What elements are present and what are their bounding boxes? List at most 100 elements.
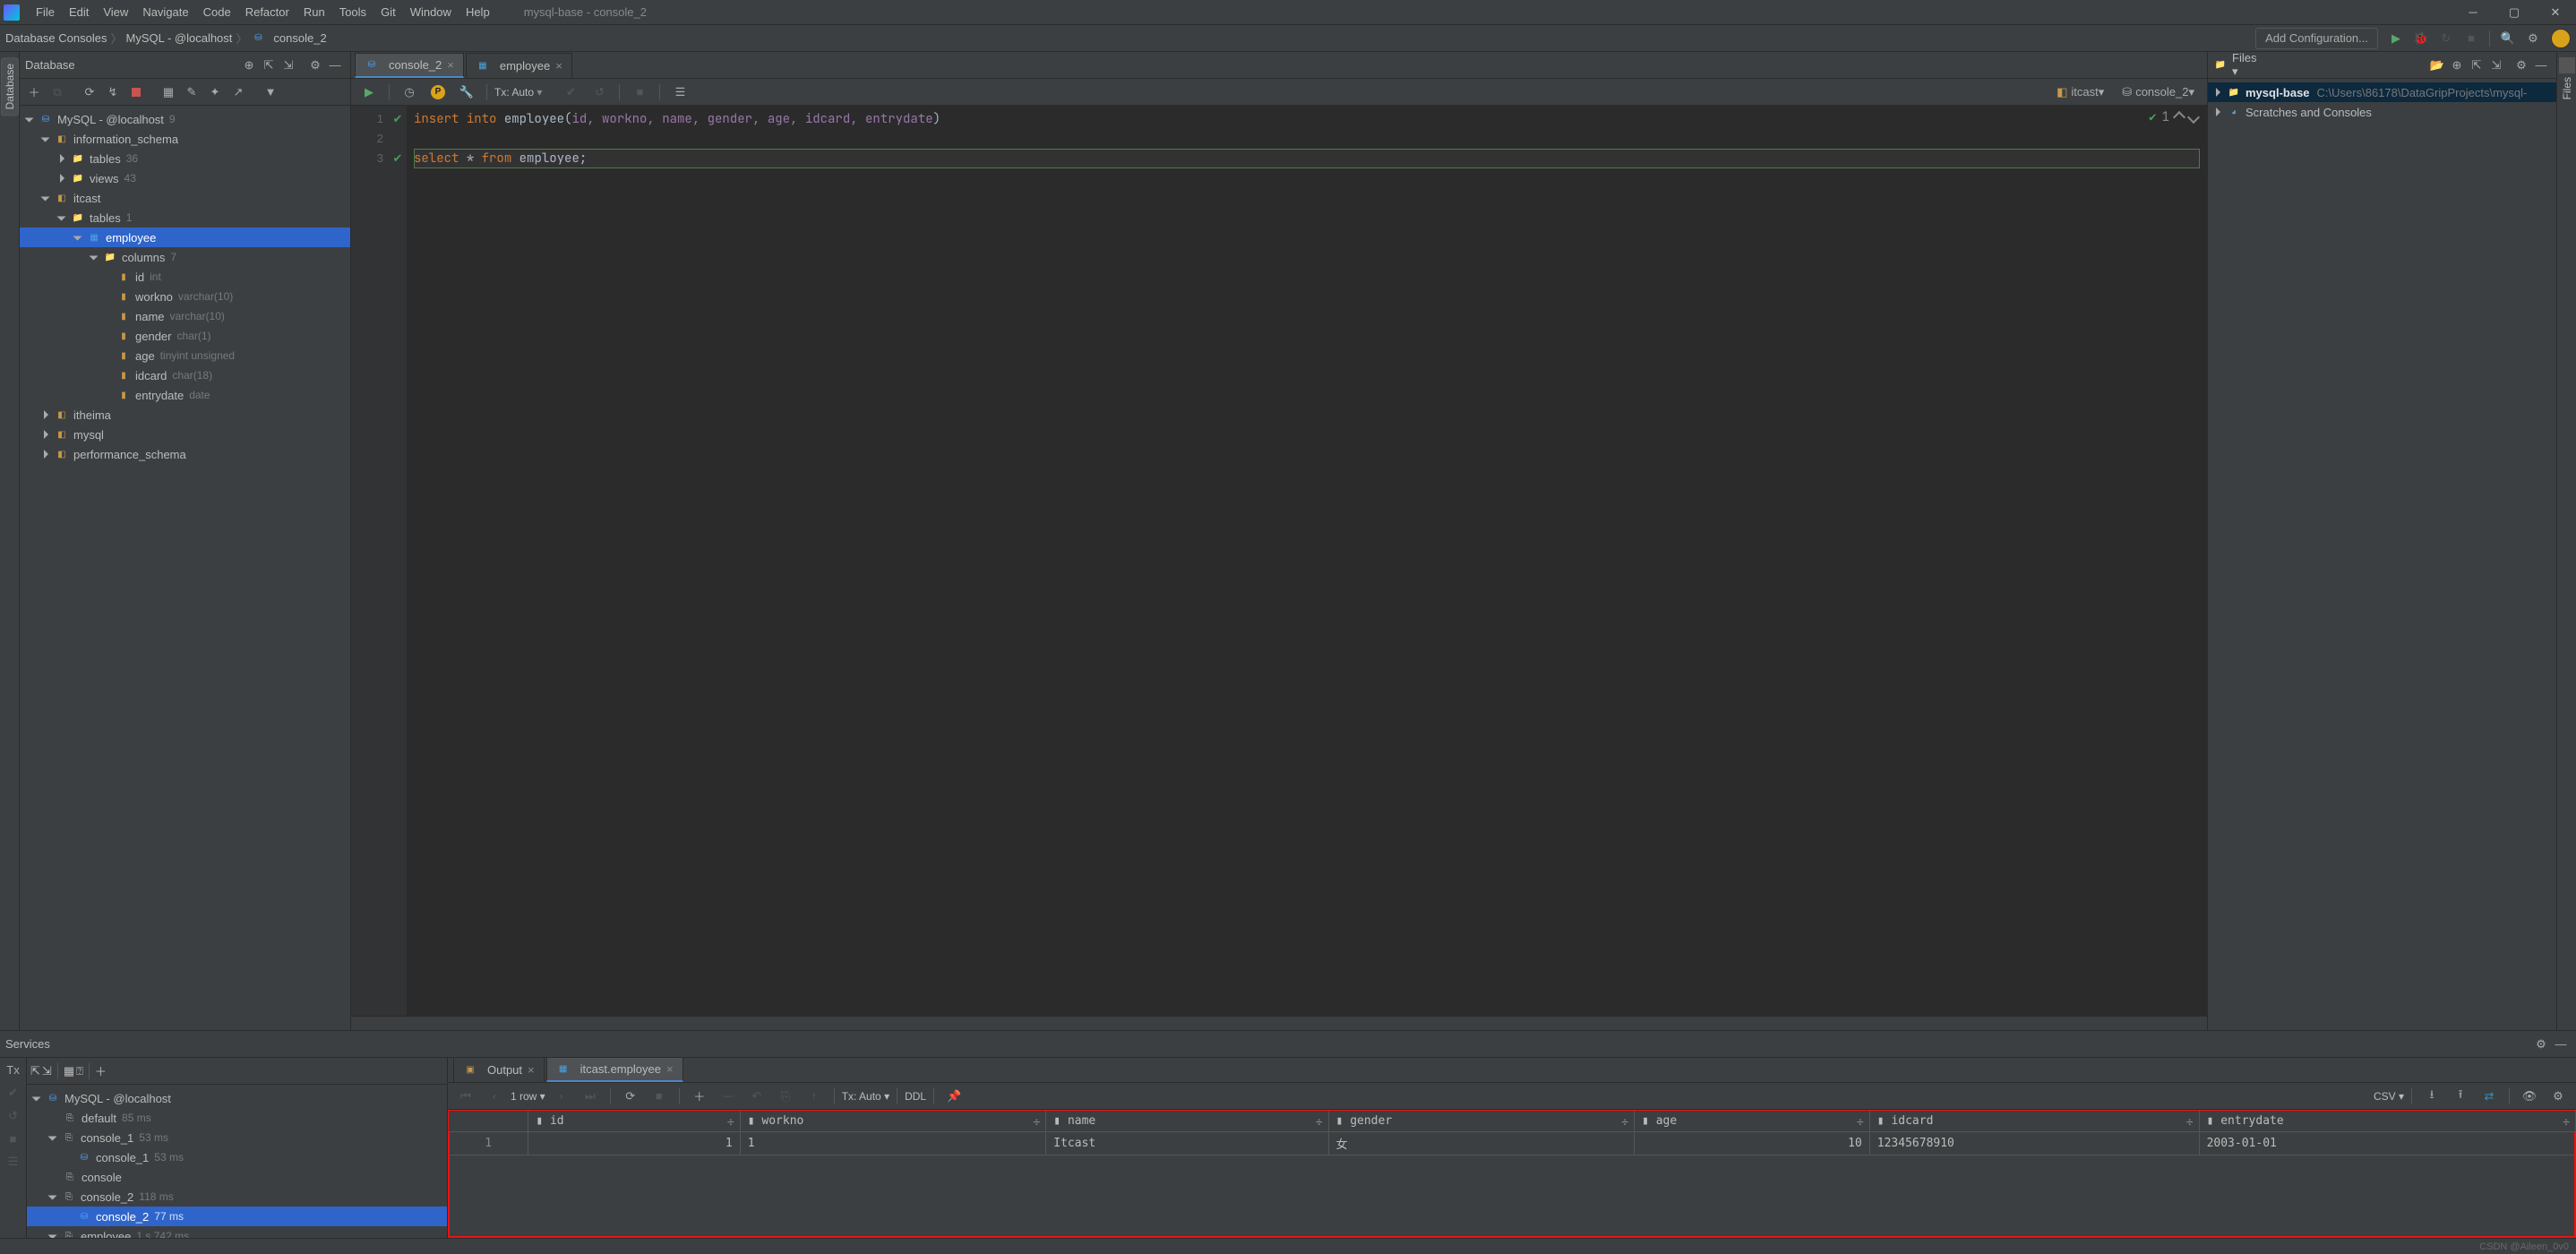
hide-panel-icon[interactable]: —: [325, 56, 345, 75]
close-tab-icon[interactable]: ×: [666, 1062, 674, 1076]
editor-tab-console2[interactable]: ⛁ console_2 ×: [355, 53, 464, 78]
tx-mode[interactable]: Tx: Auto ▾: [494, 86, 542, 99]
menu-git[interactable]: Git: [374, 3, 403, 21]
tree-root[interactable]: ⛁ MySQL - @localhost9: [20, 109, 350, 129]
col-header[interactable]: ▮ id÷: [528, 1111, 740, 1132]
table-view-icon[interactable]: ▦: [158, 82, 179, 103]
tree-folder[interactable]: 📁 tables36: [20, 149, 350, 168]
upload-icon[interactable]: ⭱: [2450, 1086, 2471, 1107]
layout-icon[interactable]: ☰: [669, 82, 691, 103]
stop-load-icon[interactable]: ■: [648, 1086, 670, 1107]
eye-icon[interactable]: 👁: [2519, 1086, 2540, 1107]
database-tree[interactable]: ⛁ MySQL - @localhost9 ◧ information_sche…: [20, 106, 350, 1030]
tree-column[interactable]: ▮idcardchar(18): [20, 365, 350, 385]
chevron-up-icon[interactable]: [2173, 111, 2185, 124]
tree-column[interactable]: ▮worknovarchar(10): [20, 287, 350, 306]
breadcrumb-item[interactable]: Database Consoles: [5, 31, 107, 45]
first-page-icon[interactable]: ⏮: [455, 1086, 477, 1107]
scratches-node[interactable]: ◕ Scratches and Consoles: [2208, 102, 2556, 122]
check-icon[interactable]: ✔: [8, 1086, 18, 1100]
collapse-icon[interactable]: ⇲: [2486, 56, 2506, 75]
stripe-files[interactable]: Files: [2561, 73, 2573, 103]
debug-button[interactable]: 🐞: [2410, 28, 2432, 49]
menu-navigate[interactable]: Navigate: [135, 3, 195, 21]
collapse-all-icon[interactable]: ⇲: [279, 56, 298, 75]
gear-icon[interactable]: ⚙: [305, 56, 325, 75]
breadcrumb-item[interactable]: MySQL - @localhost: [125, 31, 232, 45]
files-panel-title[interactable]: Files ▾: [2232, 51, 2256, 79]
svc-query-active[interactable]: ⛁console_277 ms: [27, 1207, 447, 1226]
tree-schema[interactable]: ◧ itcast: [20, 188, 350, 208]
rollback-icon[interactable]: ↯: [102, 82, 124, 103]
col-header[interactable]: ▮ entrydate÷: [2199, 1111, 2575, 1132]
col-header[interactable]: ▮ name÷: [1046, 1111, 1328, 1132]
table-row[interactable]: 1 1 1 Itcast 女 10 12345678910 2003-01-01: [449, 1132, 2576, 1155]
close-tab-icon[interactable]: ×: [447, 58, 454, 72]
menu-edit[interactable]: Edit: [62, 3, 96, 21]
tx-mode[interactable]: Tx: Auto ▾: [842, 1090, 889, 1103]
add-icon[interactable]: ＋: [23, 82, 45, 103]
menu-help[interactable]: Help: [459, 3, 497, 21]
menu-tools[interactable]: Tools: [332, 3, 374, 21]
gear-icon[interactable]: ⚙: [2547, 1086, 2569, 1107]
menu-file[interactable]: File: [29, 3, 62, 21]
edit-icon[interactable]: ✎: [181, 82, 202, 103]
download-icon[interactable]: ⭳: [2421, 1086, 2443, 1107]
refresh-icon[interactable]: ⟳: [79, 82, 100, 103]
svc-session[interactable]: ⎘employee1 s 742 ms: [27, 1226, 447, 1238]
close-tab-icon[interactable]: ×: [555, 59, 562, 73]
pin-icon[interactable]: 📌: [943, 1086, 965, 1107]
commit-icon[interactable]: ✔: [560, 82, 581, 103]
row-count[interactable]: 1 row ▾: [511, 1090, 545, 1103]
export-format[interactable]: CSV ▾: [2374, 1090, 2404, 1103]
window-maximize-button[interactable]: ▢: [2494, 0, 2535, 25]
remove-row-icon[interactable]: －: [717, 1086, 739, 1107]
ddl-button[interactable]: DDL: [905, 1090, 926, 1103]
tree-table-employee[interactable]: ▦ employee: [20, 228, 350, 247]
expand-icon[interactable]: ⇱: [2467, 56, 2486, 75]
code-editor[interactable]: 123 ✔ ✔ insert into employee(id, workno,…: [351, 106, 2207, 1016]
tab-result[interactable]: ▦ itcast.employee ×: [546, 1057, 683, 1082]
col-header[interactable]: ▮ idcard÷: [1869, 1111, 2199, 1132]
stop-icon[interactable]: ■: [10, 1132, 17, 1146]
svc-session[interactable]: ⎘console: [27, 1167, 447, 1187]
chevron-down-icon[interactable]: [2187, 111, 2200, 124]
next-page-icon[interactable]: ›: [551, 1086, 572, 1107]
code-line[interactable]: [414, 129, 2200, 149]
menu-view[interactable]: View: [96, 3, 135, 21]
col-header[interactable]: ▮ gender÷: [1328, 1111, 1635, 1132]
cancel-icon[interactable]: ■: [629, 82, 650, 103]
open-folder-icon[interactable]: 📂: [2427, 56, 2447, 75]
stop-button[interactable]: ■: [2460, 28, 2482, 49]
menu-window[interactable]: Window: [403, 3, 459, 21]
revert-icon[interactable]: ↶: [746, 1086, 768, 1107]
window-minimize-button[interactable]: ─: [2452, 0, 2494, 25]
explain-plan-icon[interactable]: P: [427, 82, 449, 103]
tree-column[interactable]: ▮genderchar(1): [20, 326, 350, 346]
prev-page-icon[interactable]: ‹: [484, 1086, 505, 1107]
last-page-icon[interactable]: ⏭: [580, 1086, 601, 1107]
stop-icon[interactable]: [125, 82, 147, 103]
tree-column[interactable]: ▮idint: [20, 267, 350, 287]
svc-session[interactable]: ⎘console_153 ms: [27, 1128, 447, 1147]
search-button[interactable]: 🔍: [2497, 28, 2519, 49]
tab-output[interactable]: ▣ Output ×: [453, 1057, 545, 1082]
reload-icon[interactable]: ⟳: [620, 1086, 641, 1107]
stripe-database[interactable]: Database: [1, 57, 19, 116]
menu-code[interactable]: Code: [196, 3, 238, 21]
gear-icon[interactable]: ⚙: [2512, 56, 2531, 75]
close-tab-icon[interactable]: ×: [528, 1063, 535, 1077]
expand-icon[interactable]: ⇱: [30, 1064, 40, 1078]
tree-schema[interactable]: ◧ mysql: [20, 425, 350, 444]
result-grid[interactable]: ▮ id÷ ▮ workno÷ ▮ name÷ ▮ gender÷ ▮ age÷…: [448, 1110, 2576, 1238]
add-service-icon[interactable]: ＋: [95, 1062, 107, 1079]
breadcrumb-item[interactable]: console_2: [273, 31, 326, 45]
rollback-icon[interactable]: ↺: [588, 82, 610, 103]
tree-column[interactable]: ▮namevarchar(10): [20, 306, 350, 326]
wrench-icon[interactable]: 🔧: [456, 82, 477, 103]
rerun-button[interactable]: ↻: [2435, 28, 2457, 49]
expand-selected-icon[interactable]: ⇱: [259, 56, 279, 75]
window-close-button[interactable]: ✕: [2535, 0, 2576, 25]
svc-root[interactable]: ⛁MySQL - @localhost: [27, 1088, 447, 1108]
hide-panel-icon[interactable]: —: [2531, 56, 2551, 75]
